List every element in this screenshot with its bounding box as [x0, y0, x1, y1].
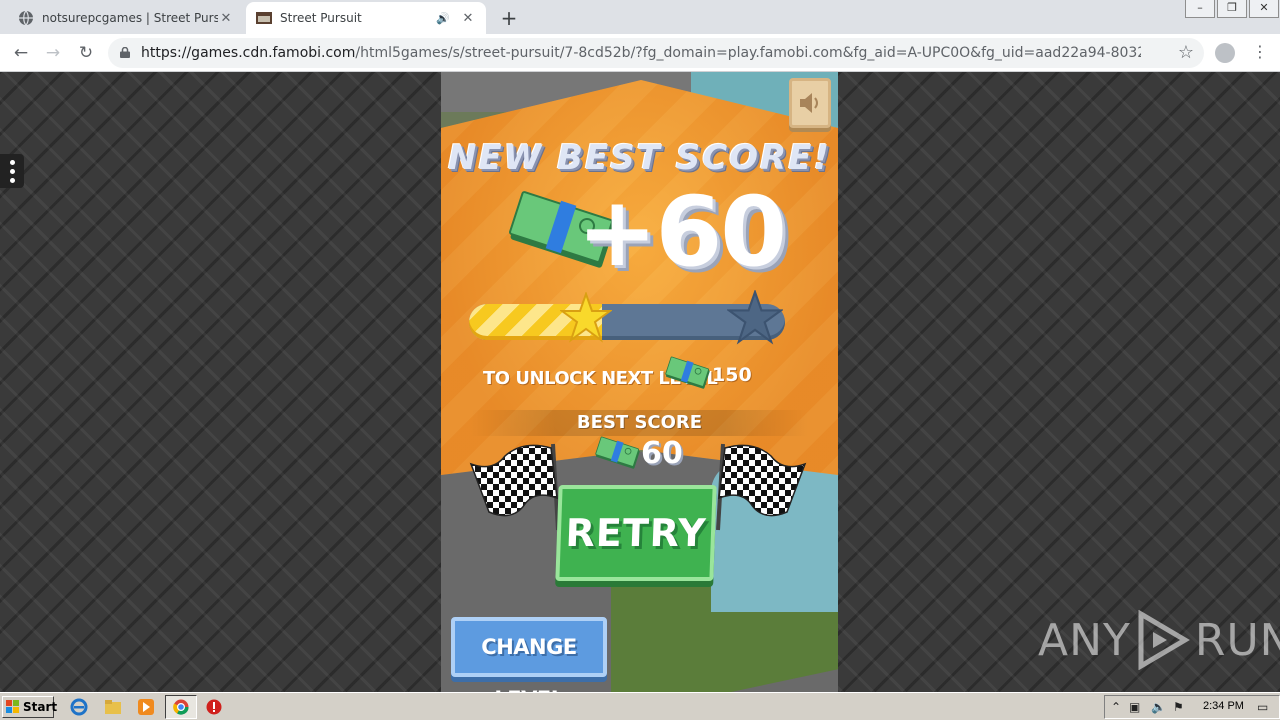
watermark-right: RUN	[1194, 614, 1280, 666]
close-window-button[interactable]: ✕	[1249, 0, 1279, 18]
unlock-cost-value: 150	[712, 364, 752, 386]
back-arrow-icon[interactable]: ←	[10, 42, 32, 64]
tab-street-pursuit[interactable]: Street Pursuit 🔊 ✕	[246, 2, 486, 34]
url-host: https://games.cdn.famobi.com	[141, 45, 356, 61]
change-level-label: CHANGE LEVEL	[481, 635, 577, 692]
globe-icon	[19, 10, 33, 26]
minimize-button[interactable]: –	[1185, 0, 1215, 18]
browser-menu-icon[interactable]: ⋮	[1252, 42, 1268, 61]
taskbar: Start ⌃ ▣ 🔈 ⚑ 2:34 PM ▭	[0, 692, 1280, 720]
change-level-button[interactable]: CHANGE LEVEL	[451, 617, 607, 692]
browser-toolbar: ← → ↻ https://games.cdn.famobi.com/html5…	[0, 34, 1280, 72]
start-button[interactable]: Start	[2, 696, 58, 718]
system-tray: ⌃ ▣ 🔈 ⚑ 2:34 PM ▭	[1104, 695, 1280, 719]
anyrun-watermark: ANY RUN	[1038, 610, 1280, 670]
audio-playing-icon[interactable]: 🔊	[436, 12, 450, 25]
forward-arrow-icon[interactable]: →	[42, 42, 64, 64]
watermark-left: ANY	[1038, 614, 1131, 666]
best-score-label: BEST SCORE	[576, 412, 703, 433]
best-score-value: 60	[641, 436, 683, 471]
file-explorer-icon[interactable]	[104, 698, 122, 716]
internet-explorer-icon[interactable]	[70, 698, 88, 716]
close-tab-icon[interactable]: ✕	[218, 11, 234, 26]
show-desktop-icon[interactable]: ▭	[1257, 700, 1268, 714]
chrome-taskbar-button[interactable]	[165, 695, 197, 719]
tab-notsurepcgames[interactable]: notsurepcgames | Street Pursuit ✕	[8, 2, 244, 34]
start-label: Start	[23, 700, 58, 714]
speaker-icon	[800, 93, 818, 113]
network-icon[interactable]: ▣	[1129, 700, 1140, 714]
cash-icon	[595, 436, 640, 468]
sound-toggle-button[interactable]	[789, 78, 831, 128]
clock[interactable]: 2:34 PM	[1203, 700, 1244, 712]
reload-icon[interactable]: ↻	[75, 42, 97, 64]
stop-sign-icon[interactable]	[205, 698, 223, 716]
checkered-flag-icon	[716, 443, 807, 531]
new-tab-button[interactable]: +	[498, 6, 520, 30]
media-player-icon[interactable]	[137, 698, 155, 716]
retry-button[interactable]: RETRY	[555, 485, 717, 581]
cash-icon	[665, 356, 710, 388]
url-path: /html5games/s/street-pursuit/7-8cd52b/?f…	[355, 45, 1141, 61]
restore-button[interactable]: ❐	[1217, 0, 1247, 18]
gold-star-icon	[560, 292, 612, 343]
window-controls: – ❐ ✕	[1184, 0, 1280, 18]
side-menu-icon[interactable]	[0, 154, 24, 188]
volume-icon[interactable]: 🔈	[1151, 700, 1166, 714]
tab-title: Street Pursuit	[280, 11, 362, 25]
earned-score: +60	[577, 176, 787, 288]
chrome-icon	[173, 699, 189, 715]
tab-strip: notsurepcgames | Street Pursuit ✕ Street…	[0, 0, 1280, 34]
bookmark-star-icon[interactable]: ☆	[1178, 42, 1194, 63]
tray-expand-icon[interactable]: ⌃	[1111, 700, 1121, 714]
url-text[interactable]: https://games.cdn.famobi.com/html5games/…	[141, 45, 1141, 61]
tab-title: notsurepcgames | Street Pursuit	[42, 11, 218, 25]
retry-label: RETRY	[564, 511, 708, 555]
windows-logo-icon	[6, 700, 19, 713]
grey-star-icon	[727, 290, 783, 345]
page-background: NEW BEST SCORE! +60 TO UNLOCK NEXT LEVEL…	[0, 72, 1280, 692]
game-favicon-icon	[256, 12, 272, 24]
close-tab-icon[interactable]: ✕	[460, 11, 476, 26]
game-canvas[interactable]: NEW BEST SCORE! +60 TO UNLOCK NEXT LEVEL…	[441, 72, 838, 692]
checkered-flag-icon	[469, 443, 560, 531]
play-logo-icon	[1138, 610, 1190, 670]
lock-icon	[120, 47, 130, 58]
new-best-score-heading: NEW BEST SCORE!	[448, 138, 831, 178]
address-bar[interactable]: https://games.cdn.famobi.com/html5games/…	[108, 38, 1204, 68]
profile-avatar-icon[interactable]	[1215, 43, 1235, 63]
action-center-flag-icon[interactable]: ⚑	[1173, 700, 1184, 714]
